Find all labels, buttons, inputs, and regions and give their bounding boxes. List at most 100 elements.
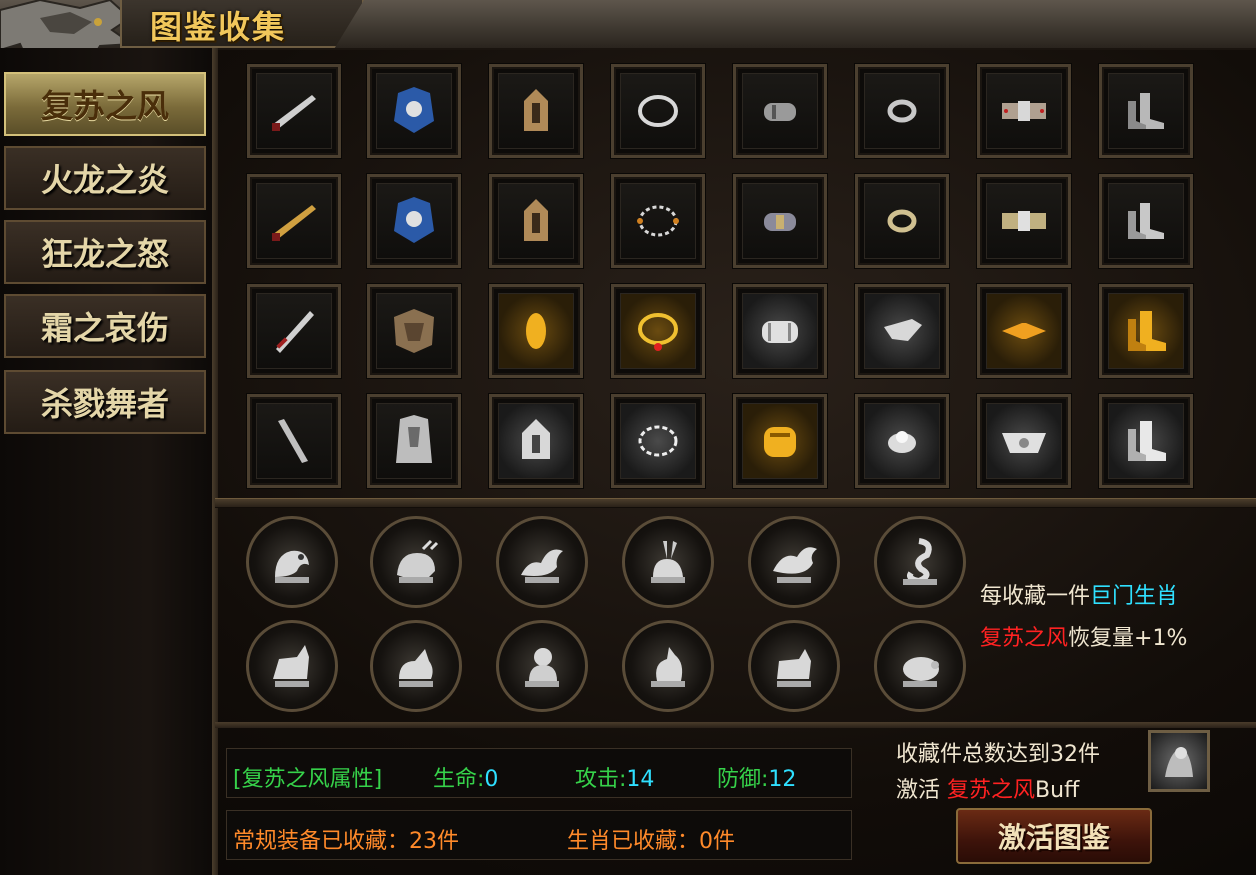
zodiac-bonus-line1: 每收藏一件巨门生肖: [980, 584, 1179, 609]
attributes-label: [复苏之风属性]: [233, 767, 383, 792]
helmet-gold-icon: [526, 313, 546, 349]
snake-icon: [903, 538, 937, 585]
boots-icon: [1128, 93, 1164, 129]
dog-icon: [777, 649, 811, 687]
dragon-icon: [521, 549, 563, 583]
zodiac-slot[interactable]: [622, 620, 714, 712]
equip-slot[interactable]: [247, 64, 341, 158]
equip-slot[interactable]: [855, 174, 949, 268]
equip-slot[interactable]: [611, 174, 705, 268]
boots-silver-icon: [1128, 421, 1166, 461]
buff-activation-text: 激活 复苏之风Buff: [896, 778, 1080, 803]
zodiac-slot[interactable]: [496, 620, 588, 712]
equip-slot[interactable]: [1099, 64, 1193, 158]
equip-slot[interactable]: [489, 284, 583, 378]
equip-slot[interactable]: [977, 174, 1071, 268]
helmet-icon: [524, 199, 548, 241]
equip-slot[interactable]: [1099, 174, 1193, 268]
rooster-icon: [651, 647, 685, 687]
zodiac-slot[interactable]: [246, 620, 338, 712]
window-title: 图鉴收集: [150, 8, 287, 46]
equip-slot[interactable]: [855, 394, 949, 488]
boots-icon: [1128, 203, 1164, 239]
ox-icon: [397, 539, 439, 583]
ring-icon: [887, 209, 917, 233]
bracer-icon: [764, 213, 796, 231]
ring-icon: [887, 99, 917, 123]
equip-slot[interactable]: [367, 284, 461, 378]
equip-slot[interactable]: [247, 174, 341, 268]
blade-icon: [272, 95, 316, 131]
tab-shalu-wuzhe[interactable]: 杀戮舞者: [4, 370, 206, 434]
zodiac-slot[interactable]: [370, 516, 462, 608]
tab-fusu-zhifeng[interactable]: 复苏之风: [4, 72, 206, 136]
defense-stat: 防御:12: [717, 767, 797, 792]
equip-slot[interactable]: [489, 174, 583, 268]
tab-shuang-zhi-aishang[interactable]: 霜之哀伤: [4, 294, 206, 358]
equip-slot[interactable]: [977, 284, 1071, 378]
equip-slot[interactable]: [367, 174, 461, 268]
equip-slot[interactable]: [733, 394, 827, 488]
equip-slot[interactable]: [733, 284, 827, 378]
equip-slot[interactable]: [977, 394, 1071, 488]
rabbit-icon: [651, 541, 685, 583]
belt-gold-icon: [1002, 323, 1046, 339]
collection-window: 图鉴收集 复苏之风 火龙之炎 狂龙之怒 霜之哀伤 杀戮舞者 每收藏一件巨门生肖 …: [0, 0, 1256, 875]
tab-kuanglong-zhinu[interactable]: 狂龙之怒: [4, 220, 206, 284]
equip-slot[interactable]: [611, 64, 705, 158]
equip-slot[interactable]: [733, 174, 827, 268]
equip-slot[interactable]: [611, 284, 705, 378]
equip-slot[interactable]: [1099, 394, 1193, 488]
monkey-icon: [525, 648, 559, 687]
belt-icon: [1002, 101, 1046, 121]
equip-slot[interactable]: [367, 64, 461, 158]
set-name-highlight: 复苏之风: [980, 626, 1069, 651]
equip-slot[interactable]: [1099, 284, 1193, 378]
zodiac-slot[interactable]: [874, 516, 966, 608]
armor-blue-icon: [394, 87, 434, 133]
tab-huolong-zhiyan[interactable]: 火龙之炎: [4, 146, 206, 210]
pig-icon: [903, 657, 939, 687]
section-divider-bottom: [215, 722, 1256, 728]
equip-slot[interactable]: [247, 394, 341, 488]
equip-slot[interactable]: [855, 64, 949, 158]
rat-icon: [275, 550, 309, 583]
ring-silver-icon: [888, 431, 916, 453]
equipment-collected-count: 常规装备已收藏：23件: [233, 829, 459, 854]
dragon-icon: [773, 547, 817, 583]
equip-slot[interactable]: [367, 394, 461, 488]
equip-slot[interactable]: [733, 64, 827, 158]
buff-portrait-icon: [1165, 747, 1193, 777]
necklace-gold-icon: [638, 313, 678, 351]
zodiac-slot[interactable]: [496, 516, 588, 608]
equip-slot[interactable]: [977, 64, 1071, 158]
bracer-gold-icon: [764, 427, 796, 457]
activate-collection-button[interactable]: 激活图鉴: [956, 808, 1152, 864]
armor-blue-icon: [394, 197, 434, 243]
hp-stat: 生命:0: [433, 767, 499, 792]
collection-count-panel: 常规装备已收藏：23件 生肖已收藏：0件: [226, 810, 852, 860]
sword-icon: [276, 311, 314, 353]
zodiac-collected-count: 生肖已收藏：0件: [567, 829, 735, 854]
zodiac-slot[interactable]: [622, 516, 714, 608]
ring-silver-icon: [884, 319, 922, 341]
necklace-silver-icon: [638, 425, 678, 457]
zodiac-slot[interactable]: [874, 620, 966, 712]
greatsword-icon: [278, 419, 308, 463]
buff-set-name: 复苏之风: [947, 778, 1036, 803]
buff-icon[interactable]: [1148, 730, 1210, 792]
zodiac-slot[interactable]: [246, 516, 338, 608]
belt-icon: [1002, 211, 1046, 231]
attributes-panel: [复苏之风属性] 生命:0 攻击:14 防御:12: [226, 748, 852, 798]
zodiac-slot[interactable]: [370, 620, 462, 712]
equipment-grid: [215, 52, 1245, 498]
equip-slot[interactable]: [247, 284, 341, 378]
zodiac-slot[interactable]: [748, 516, 840, 608]
helmet-silver-icon: [522, 419, 550, 459]
equip-slot[interactable]: [489, 394, 583, 488]
equip-slot[interactable]: [855, 284, 949, 378]
zodiac-slot[interactable]: [748, 620, 840, 712]
equip-slot[interactable]: [611, 394, 705, 488]
attack-stat: 攻击:14: [575, 767, 655, 792]
equip-slot[interactable]: [489, 64, 583, 158]
